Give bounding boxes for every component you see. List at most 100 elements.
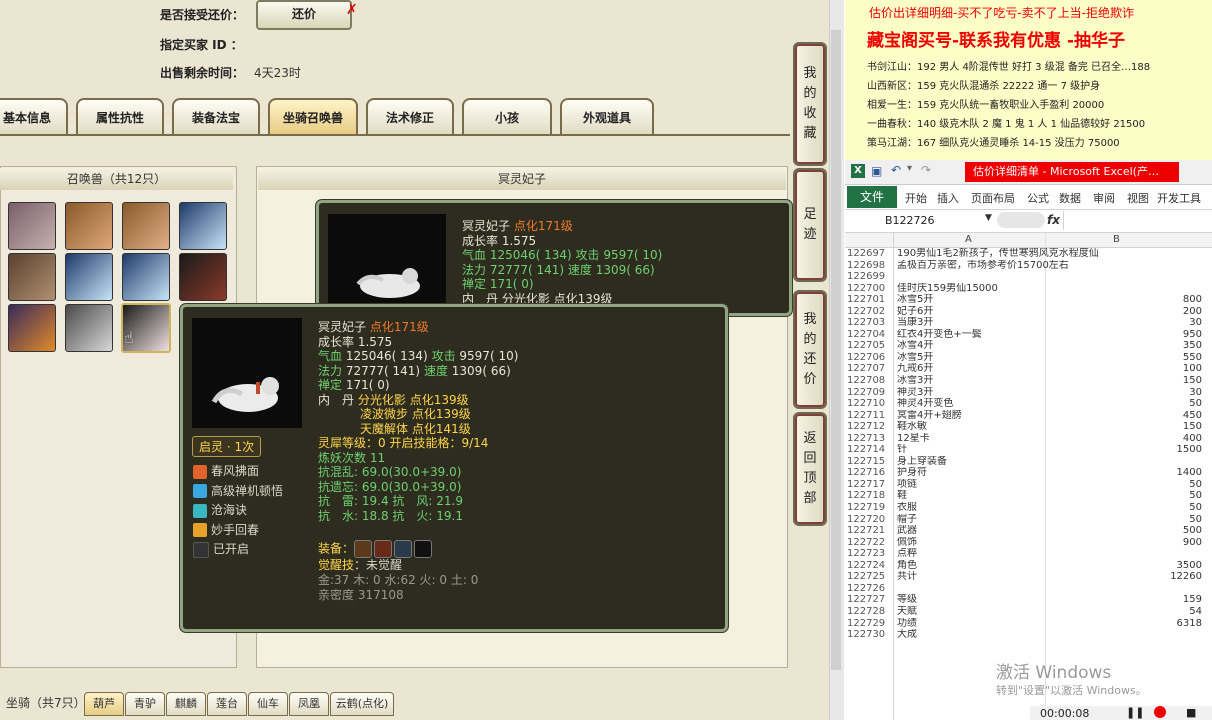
stop-icon[interactable]: ■ — [1186, 706, 1196, 719]
sheet-row[interactable]: 122726 — [845, 583, 1212, 595]
cell-b[interactable]: 900 — [1183, 537, 1202, 549]
cell-a[interactable]: 护身符 — [897, 467, 927, 479]
skill-row-2[interactable]: 高级禅机顿悟 — [193, 482, 283, 502]
ribbon-tab-data[interactable]: 数据 — [1059, 190, 1081, 206]
skill-row-1[interactable]: 春风拂面 — [193, 462, 283, 482]
summon-thumb-5[interactable] — [8, 253, 56, 301]
sheet-row[interactable]: 122711 冥雷4开+翅膀 450 — [845, 410, 1212, 422]
cell-b[interactable]: 150 — [1183, 421, 1202, 433]
tab-equipment[interactable]: 装备法宝 — [172, 98, 260, 134]
sheet-row[interactable]: 122718 鞋 50 — [845, 490, 1212, 502]
equip-slot-1-icon[interactable] — [354, 540, 373, 558]
sheet-row[interactable]: 122708 冰雪3开 150 — [845, 375, 1212, 387]
function-icon[interactable]: fx — [1047, 213, 1060, 227]
cell-a[interactable]: 佳时庆159男仙15000 — [897, 283, 998, 295]
cell-b[interactable]: 1500 — [1177, 444, 1202, 456]
counter-offer-button[interactable]: 还价 — [256, 0, 352, 30]
cell-a[interactable]: 当康3开 — [897, 317, 933, 329]
sheet-row[interactable]: 122702 妃子6开 200 — [845, 306, 1212, 318]
cell-b[interactable]: 200 — [1183, 306, 1202, 318]
pause-icon[interactable]: ❚❚ — [1126, 706, 1144, 719]
cell-a[interactable]: 天赋 — [897, 606, 917, 618]
mount-tab-2[interactable]: 青驴 — [125, 692, 165, 716]
cell-b[interactable]: 150 — [1183, 375, 1202, 387]
sheet-row[interactable]: 122712 鞋水敏 150 — [845, 421, 1212, 433]
cell-a[interactable]: 功绩 — [897, 618, 917, 630]
sheet-row[interactable]: 122724 角色 3500 — [845, 560, 1212, 572]
summon-thumb-6[interactable] — [65, 253, 113, 301]
sheet-row[interactable]: 122728 天赋 54 — [845, 606, 1212, 618]
cell-a[interactable]: 冰雪4开 — [897, 340, 933, 352]
save-icon[interactable]: ▣ — [871, 164, 882, 178]
cell-a[interactable]: 12星卡 — [897, 433, 930, 445]
ribbon-tab-insert[interactable]: 插入 — [937, 190, 959, 206]
summon-thumb-10[interactable] — [65, 304, 113, 352]
tab-basic-info[interactable]: 基本信息 — [0, 98, 68, 134]
skill-row-4[interactable]: 妙手回春 — [193, 521, 283, 541]
cell-b[interactable]: 30 — [1189, 317, 1202, 329]
mount-tab-1[interactable]: 葫芦 — [84, 692, 124, 716]
sheet-row[interactable]: 122705 冰雪4开 350 — [845, 340, 1212, 352]
footprint-button[interactable]: 足迹 — [793, 168, 827, 282]
cell-a[interactable]: 鞋水敏 — [897, 421, 927, 433]
mount-tab-5[interactable]: 仙车 — [248, 692, 288, 716]
dropdown-icon[interactable]: ▾ — [907, 163, 912, 174]
sheet-row[interactable]: 122730 大成 — [845, 629, 1212, 641]
cell-a[interactable]: 佩饰 — [897, 537, 917, 549]
cell-a[interactable]: 大成 — [897, 629, 917, 641]
sheet-row[interactable]: 122707 九戒6开 100 — [845, 363, 1212, 375]
cell-b[interactable]: 1400 — [1177, 467, 1202, 479]
sheet-row[interactable]: 122717 项链 50 — [845, 479, 1212, 491]
summon-thumb-2[interactable] — [65, 202, 113, 250]
ribbon-tab-layout[interactable]: 页面布局 — [971, 190, 1015, 206]
name-box[interactable]: B122726 — [885, 214, 935, 227]
skill-row-3[interactable]: 沧海诀 — [193, 501, 283, 521]
tab-appearance[interactable]: 外观道具 — [560, 98, 654, 134]
sheet-row[interactable]: 122714 针 1500 — [845, 444, 1212, 456]
cell-b[interactable]: 50 — [1189, 479, 1202, 491]
sheet-row[interactable]: 122721 武器 500 — [845, 525, 1212, 537]
sheet-row[interactable]: 122700 佳时庆159男仙15000 — [845, 283, 1212, 295]
cell-b[interactable]: 30 — [1189, 387, 1202, 399]
sheet-row[interactable]: 122706 冰雪5开 550 — [845, 352, 1212, 364]
cell-a[interactable]: 项链 — [897, 479, 917, 491]
cell-a[interactable]: 神灵3开 — [897, 387, 933, 399]
skill-row-5[interactable]: 已开启 — [193, 540, 283, 560]
tab-child[interactable]: 小孩 — [462, 98, 552, 134]
mount-tab-4[interactable]: 莲台 — [207, 692, 247, 716]
scrollbar-thumb[interactable] — [831, 30, 841, 670]
cell-a[interactable]: 鞋 — [897, 490, 907, 502]
cell-a[interactable]: 点粹 — [897, 548, 917, 560]
sheet-row[interactable]: 122704 红衣4开变色+一鬓 950 — [845, 329, 1212, 341]
cell-a[interactable]: 等级 — [897, 594, 917, 606]
cell-b[interactable]: 100 — [1183, 363, 1202, 375]
cell-a[interactable]: 帽子 — [897, 514, 917, 526]
sheet-row[interactable]: 122709 神灵3开 30 — [845, 387, 1212, 399]
summon-thumb-4[interactable] — [179, 202, 227, 250]
equip-slot-4-icon[interactable] — [414, 540, 433, 558]
cell-b[interactable]: 50 — [1189, 490, 1202, 502]
ribbon-tab-view[interactable]: 视图 — [1127, 190, 1149, 206]
cell-a[interactable]: 冰雪5开 — [897, 294, 933, 306]
cell-b[interactable]: 50 — [1189, 514, 1202, 526]
cell-a[interactable]: 衣服 — [897, 502, 917, 514]
name-box-dropdown-icon[interactable]: ▼ — [985, 213, 992, 223]
cell-a[interactable]: 武器 — [897, 525, 917, 537]
my-favorites-button[interactable]: 我的收藏 — [793, 42, 827, 166]
sheet-row[interactable]: 122715 身上穿装备 — [845, 456, 1212, 468]
cell-b[interactable]: 50 — [1189, 398, 1202, 410]
cell-b[interactable]: 450 — [1183, 410, 1202, 422]
formula-input[interactable] — [1063, 211, 1212, 230]
sheet-row[interactable]: 122699 — [845, 271, 1212, 283]
cell-b[interactable]: 800 — [1183, 294, 1202, 306]
sheet-row[interactable]: 122713 12星卡 400 — [845, 433, 1212, 445]
cell-a[interactable]: 冰雪3开 — [897, 375, 933, 387]
cell-a[interactable]: 冰雪5开 — [897, 352, 933, 364]
sheet-row[interactable]: 122723 点粹 — [845, 548, 1212, 560]
cell-b[interactable]: 12260 — [1170, 571, 1202, 583]
redo-icon[interactable]: ↷ — [921, 163, 931, 177]
cell-a[interactable]: 孟极百万亲密，市场参考价15700左右 — [897, 260, 1069, 272]
tab-attribute-resist[interactable]: 属性抗性 — [76, 98, 164, 134]
ribbon-tab-home[interactable]: 开始 — [905, 190, 927, 206]
sheet-row[interactable]: 122727 等级 159 — [845, 594, 1212, 606]
